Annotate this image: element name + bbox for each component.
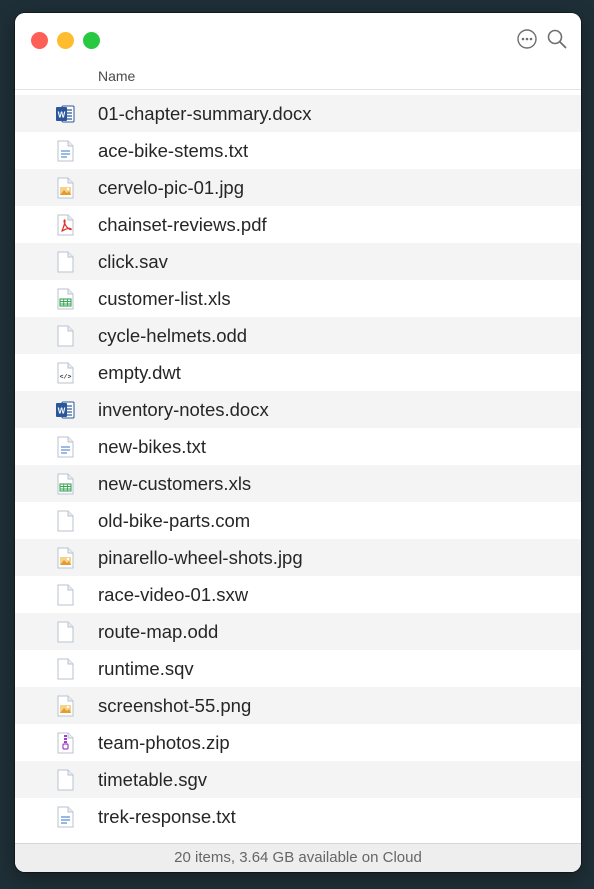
file-name: chainset-reviews.pdf [98, 214, 267, 235]
file-row[interactable]: old-bike-parts.com [15, 502, 581, 539]
spreadsheet-file-icon [55, 288, 75, 310]
name-column-header[interactable]: Name [98, 68, 135, 84]
more-options-button[interactable] [515, 27, 539, 51]
file-row[interactable]: cycle-helmets.odd [15, 317, 581, 354]
file-row[interactable]: customer-list.xls [15, 280, 581, 317]
file-name: empty.dwt [98, 362, 181, 383]
generic-file-icon [55, 325, 75, 347]
code-file-icon: </> [55, 362, 75, 384]
file-name: team-photos.zip [98, 732, 230, 753]
generic-file-icon [55, 584, 75, 606]
close-window-button[interactable] [31, 32, 48, 49]
file-name: trek-response.txt [98, 806, 236, 827]
svg-text:W: W [58, 407, 66, 416]
file-row[interactable]: screenshot-55.png [15, 687, 581, 724]
generic-file-icon [55, 658, 75, 680]
file-name: click.sav [98, 251, 168, 272]
file-list: W 01-chapter-summary.docx ace-bike-stems.t… [15, 95, 581, 835]
file-row[interactable]: W 01-chapter-summary.docx [15, 95, 581, 132]
more-options-icon [517, 29, 537, 49]
file-row[interactable]: route-map.odd [15, 613, 581, 650]
image-file-icon [55, 547, 75, 569]
svg-text:</>: </> [60, 374, 72, 381]
file-name: screenshot-55.png [98, 695, 252, 716]
zip-archive-icon [55, 732, 75, 754]
file-name: pinarello-wheel-shots.jpg [98, 547, 303, 568]
image-file-icon [55, 695, 75, 717]
file-row[interactable]: </> empty.dwt [15, 354, 581, 391]
status-text: 20 items, 3.64 GB available on Cloud [174, 849, 422, 866]
file-name: inventory-notes.docx [98, 399, 269, 420]
file-name: old-bike-parts.com [98, 510, 251, 531]
file-row[interactable]: team-photos.zip [15, 724, 581, 761]
file-row[interactable]: new-customers.xls [15, 465, 581, 502]
generic-file-icon [55, 769, 75, 791]
file-name: new-customers.xls [98, 473, 252, 494]
column-header-row: Name [15, 65, 581, 90]
file-row[interactable]: runtime.sqv [15, 650, 581, 687]
text-file-icon [55, 806, 75, 828]
generic-file-icon [55, 621, 75, 643]
file-name: race-video-01.sxw [98, 584, 249, 605]
file-row[interactable]: timetable.sgv [15, 761, 581, 798]
text-file-icon [55, 140, 75, 162]
file-name: route-map.odd [98, 621, 219, 642]
file-row[interactable]: trek-response.txt [15, 798, 581, 835]
spreadsheet-file-icon [55, 473, 75, 495]
file-name: timetable.sgv [98, 769, 207, 790]
status-bar: 20 items, 3.64 GB available on Cloud [15, 843, 581, 872]
file-row[interactable]: click.sav [15, 243, 581, 280]
toolbar-tools [515, 27, 569, 51]
word-document-icon: W [55, 399, 75, 421]
svg-text:W: W [58, 111, 66, 120]
file-name: customer-list.xls [98, 288, 231, 309]
word-document-icon: W [55, 103, 75, 125]
file-name: cycle-helmets.odd [98, 325, 248, 346]
generic-file-icon [55, 510, 75, 532]
file-name: new-bikes.txt [98, 436, 206, 457]
file-row[interactable]: ace-bike-stems.txt [15, 132, 581, 169]
title-bar [15, 13, 581, 65]
zoom-window-button[interactable] [83, 32, 100, 49]
pdf-file-icon [55, 214, 75, 236]
file-row[interactable]: pinarello-wheel-shots.jpg [15, 539, 581, 576]
file-row[interactable]: new-bikes.txt [15, 428, 581, 465]
generic-file-icon [55, 251, 75, 273]
search-button[interactable] [545, 27, 569, 51]
minimize-window-button[interactable] [57, 32, 74, 49]
file-row[interactable]: chainset-reviews.pdf [15, 206, 581, 243]
search-icon [547, 29, 567, 49]
file-name: runtime.sqv [98, 658, 194, 679]
file-name: 01-chapter-summary.docx [98, 103, 312, 124]
text-file-icon [55, 436, 75, 458]
file-browser-window: Name W 01-chapter-summary.docx ace-bike-st… [15, 13, 581, 872]
image-file-icon [55, 177, 75, 199]
file-row[interactable]: race-video-01.sxw [15, 576, 581, 613]
file-row[interactable]: cervelo-pic-01.jpg [15, 169, 581, 206]
file-row[interactable]: Winventory-notes.docx [15, 391, 581, 428]
file-name: ace-bike-stems.txt [98, 140, 249, 161]
file-name: cervelo-pic-01.jpg [98, 177, 245, 198]
